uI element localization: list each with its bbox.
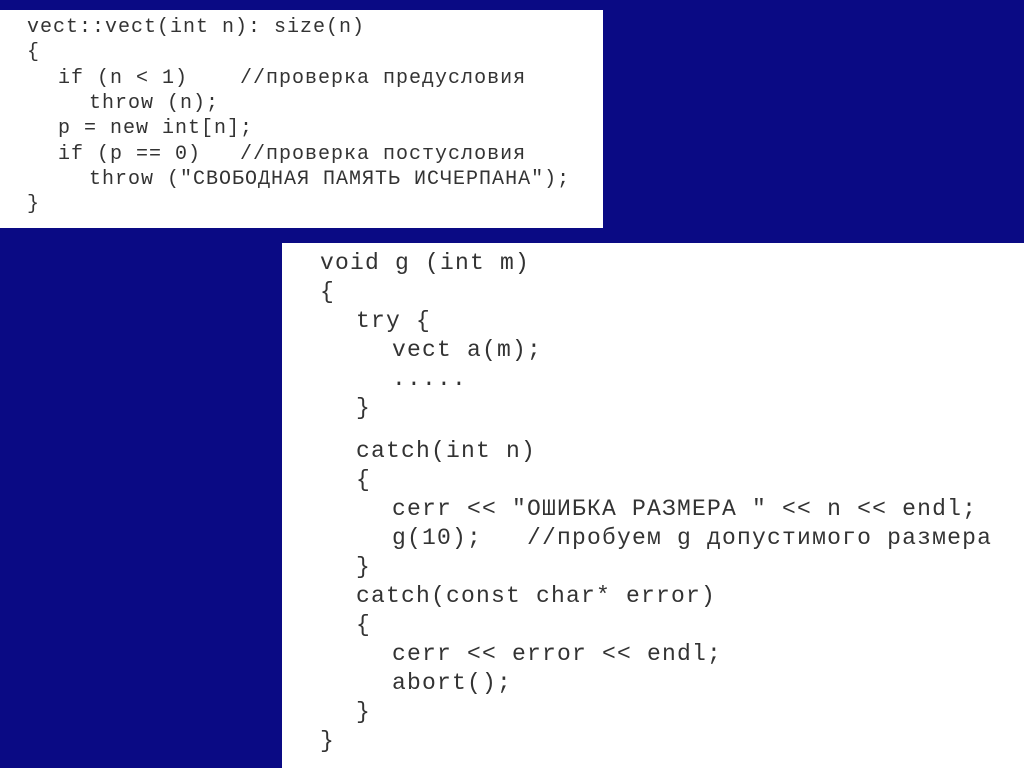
code-line: catch(int n)	[356, 438, 537, 464]
code-line: }	[320, 728, 336, 754]
code-line: p = new int[n];	[58, 117, 254, 141]
code-line: cerr << "ОШИБКА РАЗМЕРА " << n << endl;	[392, 496, 978, 522]
code-line: .....	[392, 366, 468, 392]
code-line: try {	[356, 308, 432, 334]
code-line: abort();	[392, 670, 513, 696]
code-line: {	[356, 612, 372, 638]
code-line: }	[356, 699, 372, 725]
code-line: {	[27, 41, 41, 65]
code-line: {	[320, 279, 336, 305]
code-line: g(10); //пробуем g допустимого размера	[392, 525, 993, 551]
code-line: void g (int m)	[320, 250, 531, 276]
code-line: vect a(m);	[392, 337, 543, 363]
code-snippet-vect-constructor: vect::vect(int n): size(n){if (n < 1) //…	[0, 10, 603, 228]
code-line: throw ("СВОБОДНАЯ ПАМЯТЬ ИСЧЕРПАНА");	[89, 167, 571, 191]
code-line: }	[27, 193, 41, 217]
code-line: throw (n);	[89, 91, 220, 115]
code-line: if (n < 1) //проверка предусловия	[58, 66, 527, 90]
code-line: catch(const char* error)	[356, 583, 717, 609]
code-line: cerr << error << endl;	[392, 641, 723, 667]
code-line: vect::vect(int n): size(n)	[27, 16, 366, 39]
code-line: }	[356, 554, 372, 580]
code-snippet-function-g: void g (int m) { try { vect a(m);.....} catc…	[282, 243, 1024, 768]
code-line: {	[356, 467, 372, 493]
code-line: if (p == 0) //проверка постусловия	[58, 142, 527, 166]
code-line: }	[356, 395, 372, 421]
